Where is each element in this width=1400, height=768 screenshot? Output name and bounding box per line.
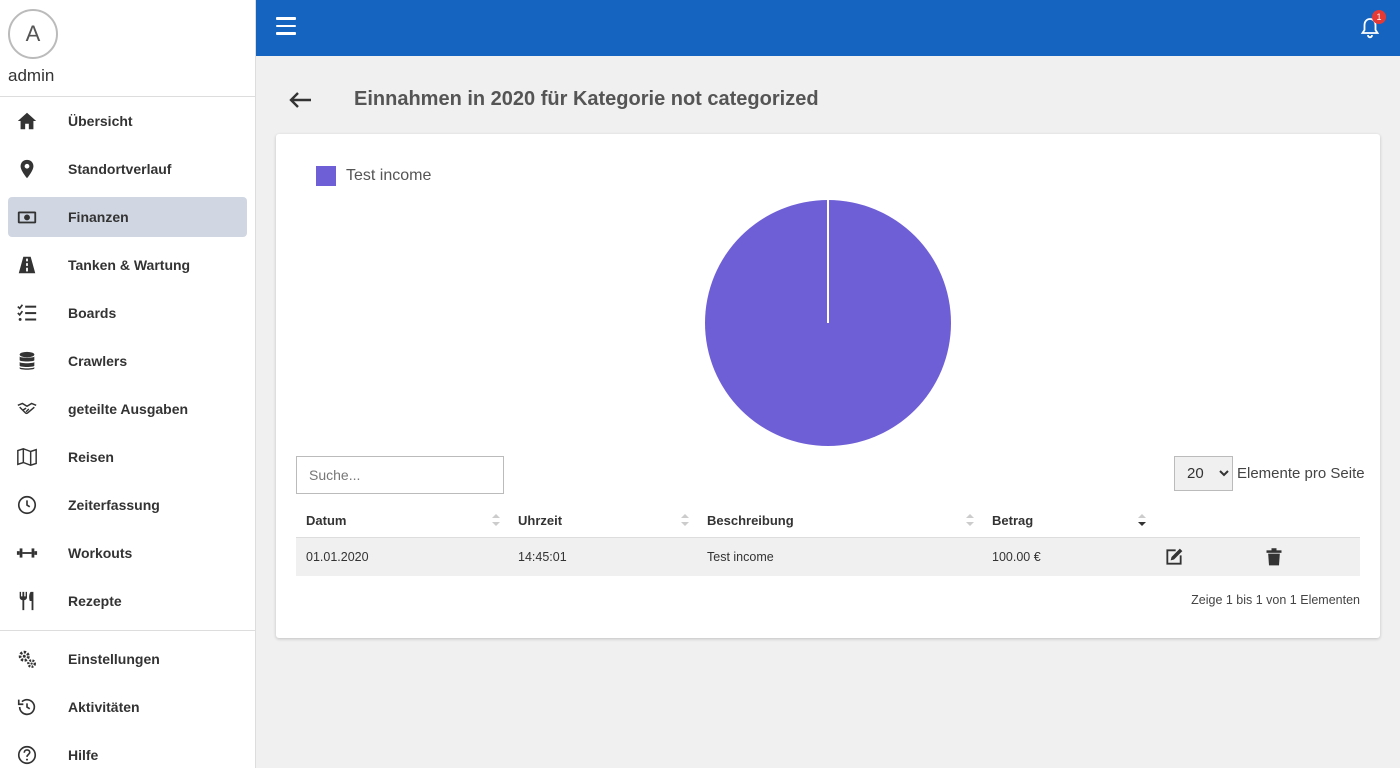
- utensils-icon: [16, 590, 38, 612]
- user-profile: A admin: [0, 0, 255, 97]
- database-icon: [16, 350, 38, 372]
- nav-menu-bottom: Einstellungen Aktivitäten Hilfe: [0, 630, 255, 768]
- nav-item-label: Aktivitäten: [68, 699, 140, 715]
- nav-item-uebersicht[interactable]: Übersicht: [0, 97, 255, 145]
- page-title: Einnahmen in 2020 für Kategorie not cate…: [354, 88, 819, 110]
- sort-icon: [492, 513, 500, 526]
- nav-item-label: Hilfe: [68, 747, 99, 763]
- nav-item-standortverlauf[interactable]: Standortverlauf: [0, 145, 255, 193]
- nav-item-workouts[interactable]: Workouts: [0, 529, 255, 577]
- nav-item-label: geteilte Ausgaben: [68, 401, 189, 417]
- content-card: Test income 20 Elemente pro Seite Datum …: [276, 134, 1380, 638]
- home-icon: [16, 110, 38, 132]
- clock-icon: [16, 494, 38, 516]
- road-icon: [16, 254, 38, 276]
- nav-item-boards[interactable]: Boards: [0, 289, 255, 337]
- cell-beschreibung: Test income: [707, 550, 774, 564]
- column-header-label: Uhrzeit: [518, 513, 563, 528]
- sort-icon: [681, 513, 689, 526]
- cogs-icon: [16, 648, 38, 670]
- nav-item-label: Reisen: [68, 449, 114, 465]
- checklist-icon: [16, 302, 38, 324]
- username: admin: [8, 66, 55, 85]
- cell-datum: 01.01.2020: [306, 550, 369, 564]
- column-header-label: Datum: [306, 513, 347, 528]
- table-row: 01.01.2020 14:45:01 Test income 100.00 €: [296, 538, 1360, 576]
- nav-item-label: Standortverlauf: [68, 161, 172, 177]
- search-input[interactable]: [296, 456, 504, 494]
- sidebar: A admin Übersicht Standortverlauf Finanz…: [0, 0, 256, 768]
- nav-item-label: Übersicht: [68, 113, 133, 129]
- nav-item-einstellungen[interactable]: Einstellungen: [0, 635, 255, 683]
- back-arrow-icon[interactable]: [287, 88, 313, 112]
- sort-icon: [966, 513, 974, 526]
- nav-item-finanzen[interactable]: Finanzen: [8, 197, 247, 237]
- hamburger-menu-icon[interactable]: [276, 17, 296, 39]
- chart-legend[interactable]: Test income: [316, 166, 431, 186]
- legend-swatch: [316, 166, 336, 186]
- pagination-info: Zeige 1 bis 1 von 1 Elementen: [1191, 593, 1360, 607]
- per-page-select[interactable]: 20: [1174, 456, 1233, 491]
- nav-item-label: Finanzen: [68, 209, 129, 225]
- table-header: Datum Uhrzeit Beschreibung Betrag: [296, 504, 1360, 538]
- column-header-datum[interactable]: Datum: [296, 504, 508, 538]
- trash-icon[interactable]: [1264, 547, 1284, 567]
- nav-item-label: Tanken & Wartung: [68, 257, 191, 273]
- column-header-beschreibung[interactable]: Beschreibung: [697, 504, 982, 538]
- nav-item-label: Zeiterfassung: [68, 497, 160, 513]
- nav-item-label: Crawlers: [68, 353, 128, 369]
- help-icon: [16, 744, 38, 766]
- map-icon: [16, 446, 38, 468]
- data-table: Datum Uhrzeit Beschreibung Betrag 01.01.…: [296, 504, 1360, 576]
- column-header-delete: [1254, 504, 1360, 538]
- cell-edit: [1154, 538, 1254, 576]
- column-header-label: Betrag: [992, 513, 1034, 528]
- pie-chart: [705, 200, 951, 446]
- avatar[interactable]: A: [8, 9, 58, 59]
- legend-label: Test income: [346, 167, 432, 184]
- map-pin-icon: [16, 158, 38, 180]
- nav-item-label: Rezepte: [68, 593, 122, 609]
- per-page-label: Elemente pro Seite: [1237, 465, 1365, 482]
- nav-item-label: Boards: [68, 305, 117, 321]
- notification-badge: 1: [1372, 10, 1386, 24]
- nav-item-hilfe[interactable]: Hilfe: [0, 731, 255, 768]
- nav-item-zeiterfassung[interactable]: Zeiterfassung: [0, 481, 255, 529]
- nav-item-label: Einstellungen: [68, 651, 160, 667]
- nav-menu: Übersicht Standortverlauf Finanzen Tanke…: [0, 97, 255, 625]
- nav-item-reisen[interactable]: Reisen: [0, 433, 255, 481]
- dumbbell-icon: [16, 542, 38, 564]
- money-icon: [16, 206, 38, 228]
- column-header-uhrzeit[interactable]: Uhrzeit: [508, 504, 697, 538]
- cell-uhrzeit: 14:45:01: [518, 550, 567, 564]
- column-header-label: Beschreibung: [707, 513, 794, 528]
- nav-item-aktivitaeten[interactable]: Aktivitäten: [0, 683, 255, 731]
- nav-item-tanken[interactable]: Tanken & Wartung: [0, 241, 255, 289]
- notification-bell-icon[interactable]: 1: [1358, 10, 1386, 40]
- nav-item-geteilte-ausgaben[interactable]: geteilte Ausgaben: [0, 385, 255, 433]
- column-header-betrag[interactable]: Betrag: [982, 504, 1154, 538]
- edit-icon[interactable]: [1164, 547, 1184, 567]
- nav-item-label: Workouts: [68, 545, 133, 561]
- nav-item-crawlers[interactable]: Crawlers: [0, 337, 255, 385]
- handshake-icon: [16, 398, 38, 420]
- cell-betrag: 100.00 €: [992, 550, 1041, 564]
- cell-delete: [1254, 538, 1360, 576]
- nav-item-rezepte[interactable]: Rezepte: [0, 577, 255, 625]
- sort-desc-icon: [1138, 513, 1146, 526]
- top-bar: 1: [256, 0, 1400, 56]
- history-icon: [16, 696, 38, 718]
- column-header-edit: [1154, 504, 1254, 538]
